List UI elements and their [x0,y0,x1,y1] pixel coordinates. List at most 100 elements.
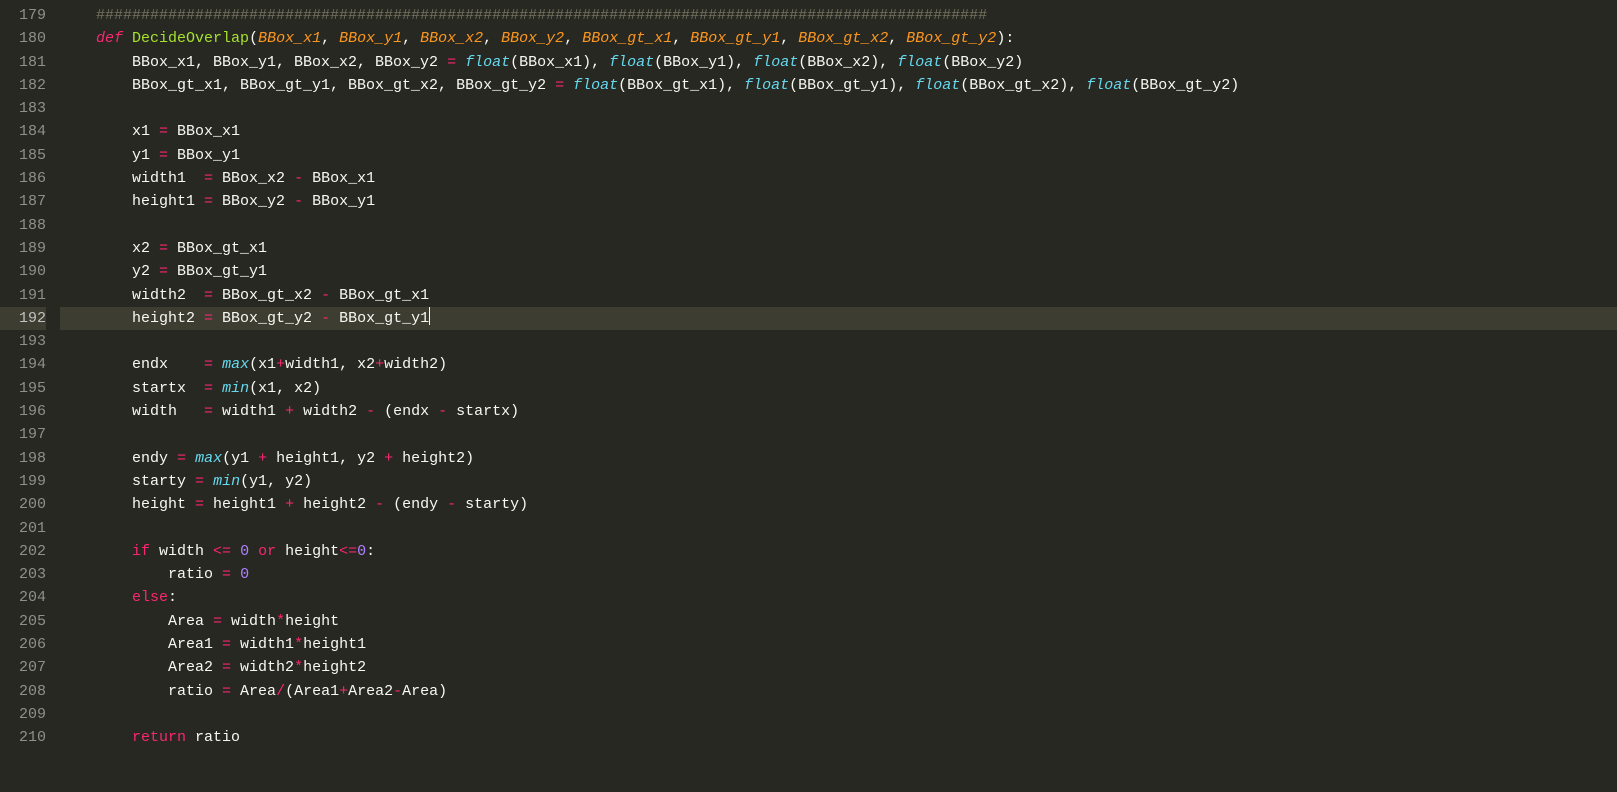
code-token: float [465,54,510,71]
code-line[interactable]: Area1 = width1*height1 [60,633,1617,656]
code-line[interactable]: startx = min(x1, x2) [60,377,1617,400]
code-line[interactable]: BBox_x1, BBox_y1, BBox_x2, BBox_y2 = flo… [60,51,1617,74]
code-line[interactable]: x2 = BBox_gt_x1 [60,237,1617,260]
code-token: = [204,170,213,187]
code-line[interactable]: Area = width*height [60,610,1617,633]
code-token: BBox_x1 [303,170,375,187]
code-token: x1 [60,123,159,140]
code-area[interactable]: ########################################… [60,4,1617,792]
code-line[interactable]: starty = min(y1, y2) [60,470,1617,493]
code-line[interactable]: width2 = BBox_gt_x2 - BBox_gt_x1 [60,284,1617,307]
code-token: Area [231,683,276,700]
code-line[interactable]: width1 = BBox_x2 - BBox_x1 [60,167,1617,190]
line-number: 190 [0,260,46,283]
code-token: width [222,613,276,630]
line-number: 191 [0,284,46,307]
line-number: 188 [0,214,46,237]
code-token: (BBox_gt_y2) [1131,77,1239,94]
code-token [60,729,132,746]
code-line[interactable]: x1 = BBox_x1 [60,120,1617,143]
code-token: BBox_x2 [213,170,294,187]
code-token: = [195,496,204,513]
code-token [213,380,222,397]
code-line[interactable]: width = width1 + width2 - (endx - startx… [60,400,1617,423]
code-line[interactable]: y1 = BBox_y1 [60,144,1617,167]
code-token: y2 [60,263,159,280]
code-token: 0 [240,543,249,560]
code-line[interactable]: def DecideOverlap(BBox_x1, BBox_y1, BBox… [60,27,1617,50]
code-token: , [402,30,420,47]
code-line[interactable] [60,97,1617,120]
code-token: (Area1 [285,683,339,700]
code-line[interactable]: endy = max(y1 + height1, y2 + height2) [60,447,1617,470]
code-token: DecideOverlap [132,30,249,47]
code-line[interactable] [60,703,1617,726]
code-token: Area [60,613,213,630]
code-token: = [204,403,213,420]
code-token: + [375,356,384,373]
code-token: + [285,403,294,420]
code-token: = [159,147,168,164]
code-token: = [222,659,231,676]
code-token: BBox_x1, BBox_y1, BBox_x2, BBox_y2 [60,54,447,71]
code-line[interactable] [60,214,1617,237]
line-number: 201 [0,517,46,540]
code-token: (BBox_x1), [510,54,609,71]
code-token: return [132,729,186,746]
code-token [231,543,240,560]
code-token: Area2 [60,659,222,676]
code-token: Area) [402,683,447,700]
code-token: <= [339,543,357,560]
code-token: BBox_gt_x1 [582,30,672,47]
code-token: width2 [294,403,366,420]
code-line[interactable] [60,330,1617,353]
code-line[interactable] [60,517,1617,540]
code-token: BBox_y1 [339,30,402,47]
code-line[interactable]: height2 = BBox_gt_y2 - BBox_gt_y1 [60,307,1617,330]
code-token: width1, x2 [285,356,375,373]
code-token: - [393,683,402,700]
code-token: BBox_gt_x2 [213,287,321,304]
code-line[interactable]: ########################################… [60,4,1617,27]
code-line[interactable]: height = height1 + height2 - (endy - sta… [60,493,1617,516]
line-number: 184 [0,120,46,143]
code-line[interactable]: y2 = BBox_gt_y1 [60,260,1617,283]
code-token: BBox_gt_y2 [213,310,321,327]
code-line[interactable]: if width <= 0 or height<=0: [60,540,1617,563]
code-token: ratio [60,683,222,700]
code-token: (BBox_gt_y1), [789,77,915,94]
code-token: (BBox_x2), [798,54,897,71]
code-token: height1 [303,636,366,653]
code-token: = [222,683,231,700]
code-editor[interactable]: 1791801811821831841851861871881891901911… [0,0,1617,792]
code-line[interactable]: BBox_gt_x1, BBox_gt_y1, BBox_gt_x2, BBox… [60,74,1617,97]
code-line[interactable]: else: [60,586,1617,609]
code-token: BBox_gt_x1 [168,240,267,257]
code-token: height2 [303,659,366,676]
code-line[interactable]: endx = max(x1+width1, x2+width2) [60,353,1617,376]
code-token: BBox_gt_x2 [798,30,888,47]
code-line[interactable]: ratio = Area/(Area1+Area2-Area) [60,680,1617,703]
code-token: = [159,123,168,140]
code-line[interactable]: height1 = BBox_y2 - BBox_y1 [60,190,1617,213]
code-token: = [204,380,213,397]
line-number: 179 [0,4,46,27]
code-line[interactable]: Area2 = width2*height2 [60,656,1617,679]
code-token: width [150,543,213,560]
code-token: = [204,287,213,304]
code-line[interactable]: ratio = 0 [60,563,1617,586]
code-token: starty) [456,496,528,513]
line-number-gutter: 1791801811821831841851861871881891901911… [0,4,60,792]
code-line[interactable] [60,423,1617,446]
code-token [60,30,96,47]
code-token: = [204,356,213,373]
code-token: float [897,54,942,71]
code-token: BBox_gt_y1 [330,310,429,327]
code-token: ( [249,30,258,47]
code-token: float [915,77,960,94]
code-token: = [177,450,186,467]
line-number: 209 [0,703,46,726]
code-line[interactable]: return ratio [60,726,1617,749]
code-token: (BBox_y1), [654,54,753,71]
line-number: 202 [0,540,46,563]
